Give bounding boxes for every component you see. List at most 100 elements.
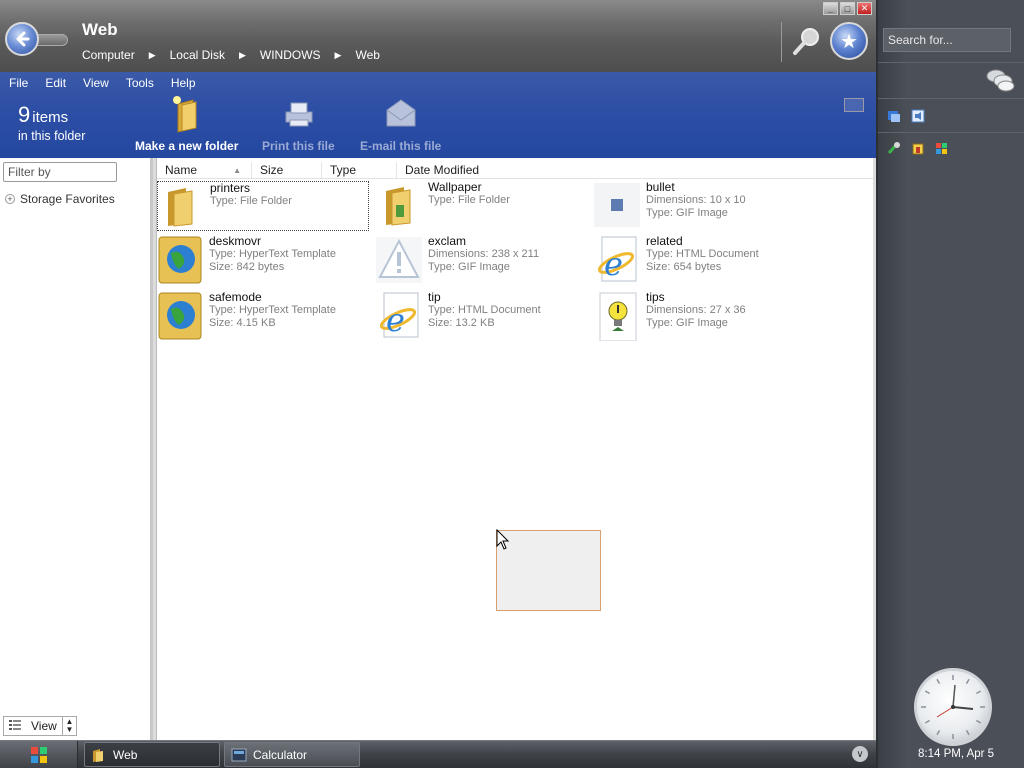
divider xyxy=(878,98,1024,99)
sidebar-search-input[interactable]: Search for... xyxy=(883,28,1011,52)
email-file-label: E-mail this file xyxy=(360,139,442,153)
file-item[interactable]: Wallpaper Type: File Folder xyxy=(376,181,588,231)
chevron-down-icon[interactable]: ∨ xyxy=(852,746,868,762)
filter-input[interactable]: Filter by xyxy=(3,162,117,182)
file-name: Wallpaper xyxy=(428,180,482,194)
column-size[interactable]: Size xyxy=(252,162,322,178)
breadcrumb-local-disk[interactable]: Local Disk xyxy=(170,48,229,63)
volume-icon[interactable] xyxy=(910,108,926,124)
expand-icon[interactable]: + xyxy=(5,194,15,204)
file-item[interactable]: e tip Type: HTML Document Size: 13.2 KB xyxy=(376,291,588,341)
email-file-button[interactable]: E-mail this file xyxy=(360,94,441,153)
file-item[interactable]: tips Dimensions: 27 x 36 Type: GIF Image xyxy=(594,290,806,342)
chevron-right-icon[interactable]: ▶ xyxy=(139,48,170,63)
window-controls: _ □ ✕ xyxy=(823,2,872,15)
sort-up-icon: ▲ xyxy=(233,166,241,175)
start-button[interactable] xyxy=(0,741,78,768)
breadcrumb-computer[interactable]: Computer xyxy=(82,48,139,63)
file-name: safemode xyxy=(209,290,262,304)
file-detail: Type: HyperText Template xyxy=(209,248,336,260)
favorites-button[interactable]: ★ xyxy=(830,22,868,60)
divider xyxy=(878,132,1024,133)
taskbar-item-web[interactable]: Web xyxy=(84,742,220,767)
file-detail: Dimensions: 10 x 10 xyxy=(646,194,746,206)
column-name[interactable]: Name ▲ xyxy=(157,162,252,178)
network-icon[interactable] xyxy=(886,108,902,124)
windows-flag-icon[interactable] xyxy=(934,141,950,157)
security-icon[interactable] xyxy=(910,141,926,157)
print-file-button[interactable]: Print this file xyxy=(262,94,335,153)
close-button[interactable]: ✕ xyxy=(857,2,872,15)
sidebar: Search for... 8:14 PM, Apr 5 xyxy=(876,0,1024,768)
file-detail: Size: 842 bytes xyxy=(209,261,285,273)
chat-bubbles-icon[interactable] xyxy=(986,68,1016,94)
clock-time-label: 8:14 PM, Apr 5 xyxy=(918,748,995,760)
maximize-button[interactable]: □ xyxy=(840,2,855,15)
file-name: bullet xyxy=(646,180,675,194)
minimize-button[interactable]: _ xyxy=(823,2,838,15)
taskbar-item-calculator[interactable]: Calculator xyxy=(224,742,360,767)
item-count-number: 9 xyxy=(18,102,31,127)
file-item[interactable]: e related Type: HTML Document Size: 654 by… xyxy=(594,235,806,285)
file-item[interactable]: printers Type: File Folder xyxy=(157,181,369,231)
chevron-right-icon[interactable]: ▶ xyxy=(229,48,260,63)
navigation-pane: Filter by + Storage Favorites View ▲ ▼ xyxy=(0,158,153,740)
chevron-right-icon[interactable]: ▶ xyxy=(325,48,356,63)
make-new-folder-button[interactable]: Make a new folder xyxy=(135,94,238,153)
file-name: tips xyxy=(646,290,665,304)
back-button[interactable] xyxy=(5,22,39,56)
menu-view[interactable]: View xyxy=(83,76,109,90)
search-icon[interactable] xyxy=(792,26,822,56)
file-item[interactable]: safemode Type: HyperText Template Size: 4.… xyxy=(157,291,369,341)
file-detail: Size: 13.2 KB xyxy=(428,317,495,329)
taskbar: Web Calculator ∨ xyxy=(0,740,876,768)
file-detail: Type: File Folder xyxy=(428,194,510,206)
view-button[interactable]: View ▲ ▼ xyxy=(3,716,77,736)
printer-icon xyxy=(285,102,313,127)
window-title: Web xyxy=(82,20,118,39)
mouse-cursor-icon xyxy=(496,529,510,550)
breadcrumb: Computer ▶ Local Disk ▶ WINDOWS ▶ Web xyxy=(82,48,384,63)
tree-item-storage-favorites[interactable]: + Storage Favorites xyxy=(5,192,115,206)
make-new-folder-label: Make a new folder xyxy=(135,139,239,153)
analog-clock[interactable] xyxy=(914,668,992,746)
menu-edit[interactable]: Edit xyxy=(45,76,66,90)
safely-remove-icon[interactable] xyxy=(886,141,902,157)
item-count-subtitle: in this folder xyxy=(18,129,86,143)
command-band: File Edit View Tools Help 9 items in this… xyxy=(0,72,876,158)
tree-item-label: Storage Favorites xyxy=(20,192,115,206)
item-count-word: items xyxy=(32,109,69,126)
windows-logo-icon xyxy=(30,747,47,763)
column-date-modified[interactable]: Date Modified xyxy=(397,162,517,178)
menu-file[interactable]: File xyxy=(9,76,28,90)
menu-help[interactable]: Help xyxy=(171,76,196,90)
menu-tools[interactable]: Tools xyxy=(126,76,154,90)
calculator-icon xyxy=(231,748,247,761)
column-type[interactable]: Type xyxy=(322,162,397,178)
file-detail: Type: File Folder xyxy=(210,195,292,207)
file-detail: Type: GIF Image xyxy=(428,261,510,273)
history-dropdown[interactable] xyxy=(34,34,68,46)
item-count: 9 items in this folder xyxy=(18,102,85,143)
layout-toggle-button[interactable] xyxy=(844,98,864,112)
svg-text:e: e xyxy=(604,245,623,283)
title-bar: Web Computer ▶ Local Disk ▶ WINDOWS ▶ We… xyxy=(0,0,876,72)
file-detail: Type: GIF Image xyxy=(646,207,728,219)
breadcrumb-windows[interactable]: WINDOWS xyxy=(260,48,325,63)
file-detail: Dimensions: 238 x 211 xyxy=(428,248,540,260)
clock-face-icon xyxy=(921,675,985,739)
file-item[interactable]: deskmovr Type: HyperText Template Size: 84… xyxy=(157,235,369,285)
breadcrumb-web[interactable]: Web xyxy=(355,48,383,63)
warning-icon xyxy=(376,235,422,283)
file-item[interactable]: bullet Dimensions: 10 x 10 Type: GIF Image xyxy=(594,181,806,231)
file-name: printers xyxy=(210,181,251,195)
file-name: related xyxy=(646,234,683,248)
new-folder-icon xyxy=(172,96,197,133)
column-header: Name ▲ Size Type Date Modified xyxy=(157,162,874,179)
globe-icon xyxy=(157,291,203,340)
selection-marquee xyxy=(496,530,601,611)
file-item[interactable]: exclam Dimensions: 238 x 211 Type: GIF Ima… xyxy=(376,235,588,285)
file-detail: Size: 4.15 KB xyxy=(209,317,276,329)
folder-icon xyxy=(93,748,103,762)
view-spinner[interactable]: ▲ ▼ xyxy=(62,717,76,735)
